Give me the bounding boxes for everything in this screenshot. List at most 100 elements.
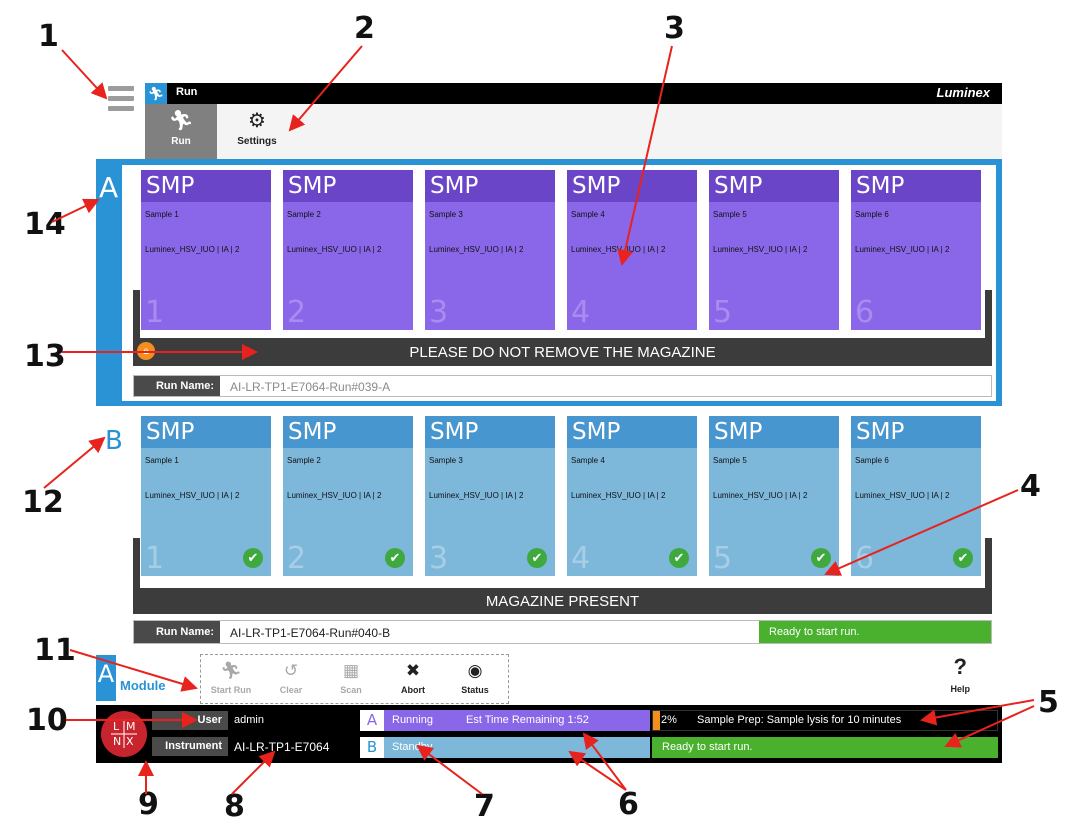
cartridge-type: SMP — [283, 416, 413, 448]
assay-name: Luminex_HSV_IUO | IA | 2 — [145, 491, 240, 500]
cartridge-type: SMP — [709, 416, 839, 448]
run-name-b-label: Run Name: — [134, 621, 220, 643]
cartridge-a-6[interactable]: SMP Sample 6 Luminex_HSV_IUO | IA | 2 6 — [851, 170, 981, 330]
cartridge-type: SMP — [141, 170, 271, 202]
logo-divider-lines — [111, 720, 137, 748]
sample-name: Sample 6 — [855, 456, 889, 465]
run-name-a-field[interactable]: Run Name: AI-LR-TP1-E7064-Run#039-A — [133, 375, 992, 397]
window-title: Run — [176, 86, 198, 98]
module-action-bar: A Module 🏃︎ Start Run ↺ Clear ▦ Scan ✖ A… — [96, 651, 1002, 705]
assay-name: Luminex_HSV_IUO | IA | 2 — [429, 245, 524, 254]
start-run-button[interactable]: 🏃︎ Start Run — [203, 655, 259, 703]
module-a-letter: A — [99, 171, 119, 204]
cartridge-a-2[interactable]: SMP Sample 2 Luminex_HSV_IUO | IA | 2 2 — [283, 170, 413, 330]
run-name-a-label: Run Name: — [134, 376, 220, 396]
cartridge-a-4[interactable]: SMP Sample 4 Luminex_HSV_IUO | IA | 2 4 — [567, 170, 697, 330]
module-b-letter: B — [105, 426, 123, 456]
run-name-b-value: AI-LR-TP1-E7064-Run#040-B — [230, 626, 391, 640]
hamburger-menu-icon[interactable] — [108, 86, 134, 112]
assay-name: Luminex_HSV_IUO | IA | 2 — [855, 245, 950, 254]
callout-2: 2 — [354, 11, 375, 46]
cartridge-type: SMP — [425, 170, 555, 202]
arrow-1 — [61, 49, 108, 100]
action-group: 🏃︎ Start Run ↺ Clear ▦ Scan ✖ Abort ◉ St… — [200, 654, 509, 704]
run-name-b-field[interactable]: Run Name: AI-LR-TP1-E7064-Run#040-B Read… — [133, 620, 992, 644]
callout-7: 7 — [474, 789, 495, 820]
abort-button[interactable]: ✖ Abort — [385, 655, 441, 703]
runner-icon: 🏃︎ — [145, 83, 167, 104]
callout-11: 11 — [34, 633, 76, 668]
clear-button[interactable]: ↺ Clear — [263, 655, 319, 703]
module-a-state: Running — [392, 714, 433, 726]
cartridge-type: SMP — [567, 170, 697, 202]
cartridge-a-5[interactable]: SMP Sample 5 Luminex_HSV_IUO | IA | 2 5 — [709, 170, 839, 330]
magazine-b-left-post — [133, 538, 140, 590]
module-b-status-letter: B — [360, 737, 384, 758]
check-icon: ✔ — [811, 548, 831, 568]
assay-name: Luminex_HSV_IUO | IA | 2 — [571, 245, 666, 254]
position-number: 6 — [855, 295, 875, 330]
position-number: 2 — [287, 295, 307, 330]
cartridge-a-3[interactable]: SMP Sample 3 Luminex_HSV_IUO | IA | 2 3 — [425, 170, 555, 330]
cartridge-b-6[interactable]: SMP Sample 6 Luminex_HSV_IUO | IA | 2 6 ✔ — [851, 416, 981, 576]
abort-icon: ✖ — [405, 661, 421, 680]
position-number: 6 — [855, 541, 875, 576]
logo-letter-x: X — [126, 735, 134, 748]
abort-label: Abort — [401, 685, 425, 695]
cartridge-a-1[interactable]: SMP Sample 1 Luminex_HSV_IUO | IA | 2 1 — [141, 170, 271, 330]
position-number: 1 — [145, 295, 165, 330]
module-a-status[interactable]: A Running Est Time Remaining 1:52 — [360, 710, 650, 731]
module-b-status[interactable]: B Standby — [360, 737, 650, 758]
check-icon: ✔ — [669, 548, 689, 568]
module-b-ready: Ready to start run. — [652, 737, 998, 758]
brand-logo: Luminex — [936, 85, 990, 100]
tab-settings[interactable]: ⚙ Settings — [221, 104, 293, 159]
help-button[interactable]: ? Help — [950, 655, 970, 697]
cartridge-b-1[interactable]: SMP Sample 1 Luminex_HSV_IUO | IA | 2 1 ✔ — [141, 416, 271, 576]
callout-1: 1 — [38, 19, 59, 54]
sample-name: Sample 5 — [713, 210, 747, 219]
callout-10: 10 — [26, 703, 68, 738]
assay-name: Luminex_HSV_IUO | IA | 2 — [713, 491, 808, 500]
cartridge-type: SMP — [425, 416, 555, 448]
cartridge-b-4[interactable]: SMP Sample 4 Luminex_HSV_IUO | IA | 2 4 ✔ — [567, 416, 697, 576]
callout-3: 3 — [664, 11, 685, 46]
progress-fill — [653, 711, 660, 730]
logo-letter-n: N — [113, 735, 122, 748]
lmnx-logo[interactable]: L M N X — [101, 711, 147, 757]
cartridge-type: SMP — [851, 416, 981, 448]
sample-name: Sample 1 — [145, 210, 179, 219]
callout-9: 9 — [138, 787, 159, 820]
callout-12: 12 — [22, 485, 64, 520]
magazine-a-left-post — [133, 290, 140, 340]
cartridge-b-3[interactable]: SMP Sample 3 Luminex_HSV_IUO | IA | 2 3 ✔ — [425, 416, 555, 576]
check-icon: ✔ — [243, 548, 263, 568]
cartridge-b-5[interactable]: SMP Sample 5 Luminex_HSV_IUO | IA | 2 5 ✔ — [709, 416, 839, 576]
eye-icon: ◉ — [467, 661, 483, 680]
status-button[interactable]: ◉ Status — [447, 655, 503, 703]
progress-percent: 2% — [661, 714, 677, 726]
callout-6: 6 — [618, 787, 639, 820]
position-number: 5 — [713, 541, 733, 576]
position-number: 2 — [287, 541, 307, 576]
logo-letter-l: L — [113, 720, 120, 733]
position-number: 1 — [145, 541, 165, 576]
position-number: 3 — [429, 541, 449, 576]
cartridge-b-2[interactable]: SMP Sample 2 Luminex_HSV_IUO | IA | 2 2 ✔ — [283, 416, 413, 576]
title-bar: 🏃︎ Run Luminex — [145, 83, 1002, 104]
cartridge-type: SMP — [141, 416, 271, 448]
position-number: 3 — [429, 295, 449, 330]
start-run-label: Start Run — [210, 685, 252, 695]
tab-run-label: Run — [171, 136, 191, 147]
callout-14: 14 — [24, 207, 66, 242]
position-number: 4 — [571, 295, 591, 330]
tab-run[interactable]: 🏃︎ Run — [145, 104, 217, 159]
assay-name: Luminex_HSV_IUO | IA | 2 — [429, 491, 524, 500]
sample-name: Sample 1 — [145, 456, 179, 465]
scan-button[interactable]: ▦ Scan — [323, 655, 379, 703]
module-selector-a[interactable]: A — [96, 655, 116, 701]
help-label: Help — [950, 684, 970, 694]
assay-name: Luminex_HSV_IUO | IA | 2 — [713, 245, 808, 254]
sample-name: Sample 4 — [571, 210, 605, 219]
assay-name: Luminex_HSV_IUO | IA | 2 — [287, 245, 382, 254]
